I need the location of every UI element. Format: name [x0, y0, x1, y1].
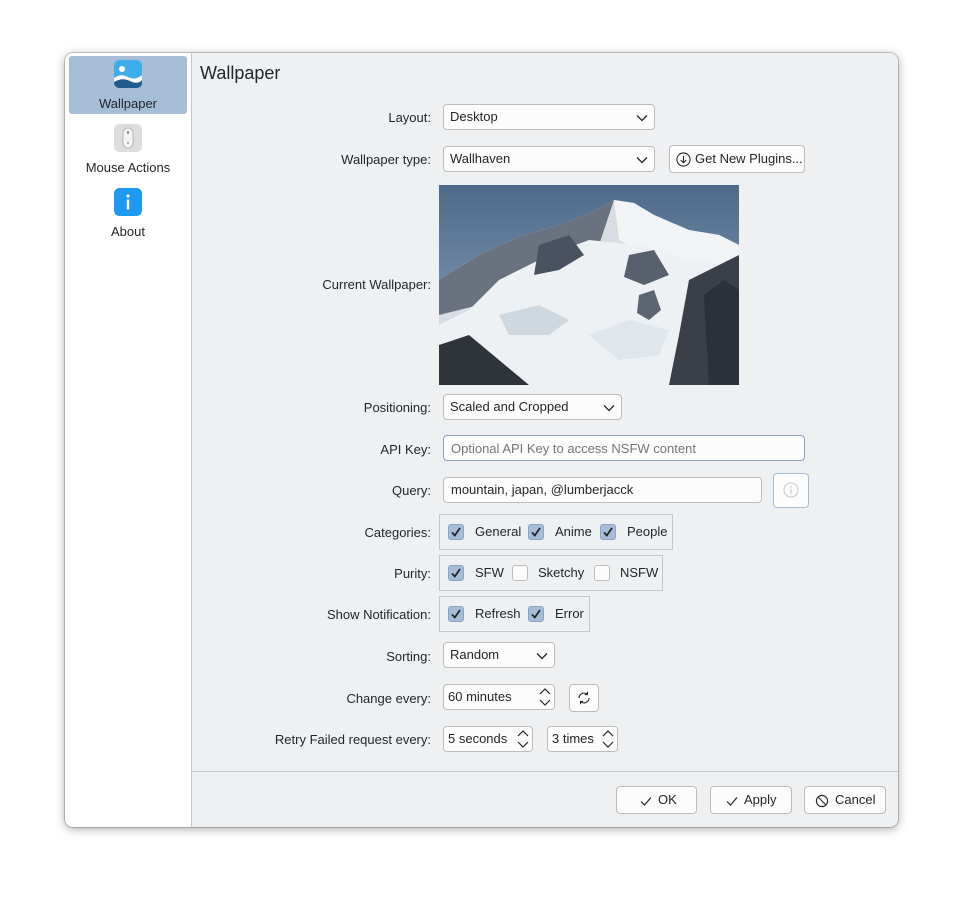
refresh-now-button[interactable] — [569, 684, 599, 712]
chevron-down-icon — [636, 157, 648, 164]
info-circle-icon — [783, 482, 799, 498]
page-title: Wallpaper — [200, 63, 281, 83]
content-area: Wallpaper Layout: Desktop Wallpaper type… — [192, 53, 898, 827]
sidebar-item-wallpaper[interactable]: Wallpaper — [69, 56, 187, 114]
categories-group: General Anime People — [439, 514, 673, 550]
layout-label: Layout: — [388, 110, 431, 125]
check-icon — [726, 797, 738, 806]
anime-checkbox-label: Anime — [555, 524, 592, 539]
retry-times-value: 3 times — [552, 731, 594, 746]
retry-interval-spinbox[interactable]: 5 seconds — [443, 726, 533, 752]
sfw-checkbox[interactable] — [448, 565, 464, 581]
show-notification-label: Show Notification: — [326, 607, 431, 622]
apply-button-label: Apply — [744, 792, 777, 807]
positioning-value: Scaled and Cropped — [450, 399, 569, 414]
query-label: Query: — [391, 483, 431, 498]
show-notification-group: Refresh Error — [439, 596, 590, 632]
nsfw-checkbox-label: NSFW — [620, 565, 659, 580]
error-checkbox[interactable] — [528, 606, 544, 622]
spin-arrows-icon[interactable] — [517, 729, 529, 749]
wallpaper-type-label: Wallpaper type: — [341, 152, 431, 167]
api-key-input[interactable] — [443, 435, 805, 461]
check-icon — [451, 609, 461, 619]
retry-label: Retry Failed request every: — [274, 732, 431, 747]
error-checkbox-label: Error — [555, 606, 584, 621]
check-icon — [531, 527, 541, 537]
get-new-plugins-button[interactable]: Get New Plugins... — [669, 145, 805, 173]
refresh-checkbox-label: Refresh — [475, 606, 521, 621]
positioning-combobox[interactable]: Scaled and Cropped — [443, 394, 622, 420]
sidebar-item-label: Mouse Actions — [85, 160, 171, 175]
retry-interval-value: 5 seconds — [448, 731, 508, 746]
general-checkbox[interactable] — [448, 524, 464, 540]
people-checkbox[interactable] — [600, 524, 616, 540]
check-icon — [531, 609, 541, 619]
chevron-down-icon — [603, 405, 615, 412]
cancel-icon — [815, 794, 829, 808]
spin-arrows-icon[interactable] — [539, 687, 551, 707]
check-icon — [603, 527, 613, 537]
sfw-checkbox-label: SFW — [475, 565, 504, 580]
apply-button[interactable]: Apply — [710, 786, 792, 814]
chevron-down-icon — [536, 653, 548, 660]
cancel-button[interactable]: Cancel — [804, 786, 886, 814]
get-new-plugins-label: Get New Plugins... — [695, 151, 803, 166]
api-key-label: API Key: — [380, 442, 431, 457]
check-icon — [640, 797, 652, 806]
layout-combobox[interactable]: Desktop — [443, 104, 655, 130]
retry-times-spinbox[interactable]: 3 times — [547, 726, 618, 752]
check-icon — [451, 527, 461, 537]
wallpaper-type-value: Wallhaven — [450, 151, 511, 166]
general-checkbox-label: General — [475, 524, 522, 539]
ok-button[interactable]: OK — [616, 786, 697, 814]
wallpaper-image-icon — [114, 60, 142, 88]
sketchy-checkbox[interactable] — [512, 565, 528, 581]
sidebar-item-label: About — [111, 224, 145, 239]
sidebar-item-label: Wallpaper — [98, 96, 158, 111]
purity-label: Purity: — [394, 566, 431, 581]
spin-arrows-icon[interactable] — [602, 729, 614, 749]
change-every-value: 60 minutes — [448, 689, 512, 704]
sidebar-item-mouse-actions[interactable]: Mouse Actions — [69, 120, 187, 178]
sorting-value: Random — [450, 647, 500, 662]
current-wallpaper-label: Current Wallpaper: — [322, 277, 431, 292]
settings-window: Wallpaper Mouse Actions About Wallpaper … — [65, 53, 898, 827]
query-info-button[interactable] — [773, 473, 809, 508]
purity-group: SFW Sketchy NSFW — [439, 555, 663, 591]
refresh-icon — [578, 691, 590, 705]
positioning-label: Positioning: — [363, 400, 431, 415]
check-icon — [451, 568, 461, 578]
anime-checkbox[interactable] — [528, 524, 544, 540]
change-every-spinbox[interactable]: 60 minutes — [443, 684, 555, 710]
sketchy-checkbox-label: Sketchy — [538, 565, 585, 580]
people-checkbox-label: People — [627, 524, 668, 539]
sorting-label: Sorting: — [386, 649, 431, 664]
chevron-down-icon — [636, 115, 648, 122]
info-icon — [114, 188, 142, 216]
refresh-checkbox[interactable] — [448, 606, 464, 622]
change-every-label: Change every: — [346, 691, 431, 706]
sidebar-item-about[interactable]: About — [69, 184, 187, 242]
cancel-button-label: Cancel — [835, 792, 876, 807]
current-wallpaper-image[interactable] — [439, 185, 739, 385]
nsfw-checkbox[interactable] — [594, 565, 610, 581]
ok-button-label: OK — [658, 792, 677, 807]
layout-value: Desktop — [450, 109, 498, 124]
sorting-combobox[interactable]: Random — [443, 642, 555, 668]
sidebar: Wallpaper Mouse Actions About — [65, 53, 192, 827]
wallpaper-type-combobox[interactable]: Wallhaven — [443, 146, 655, 172]
download-icon — [676, 152, 691, 167]
categories-label: Categories: — [364, 525, 431, 540]
query-value: mountain, japan, @lumberjacck — [451, 482, 634, 497]
mouse-icon — [114, 124, 142, 152]
footer-divider — [192, 771, 898, 772]
query-input[interactable]: mountain, japan, @lumberjacck — [443, 477, 762, 503]
